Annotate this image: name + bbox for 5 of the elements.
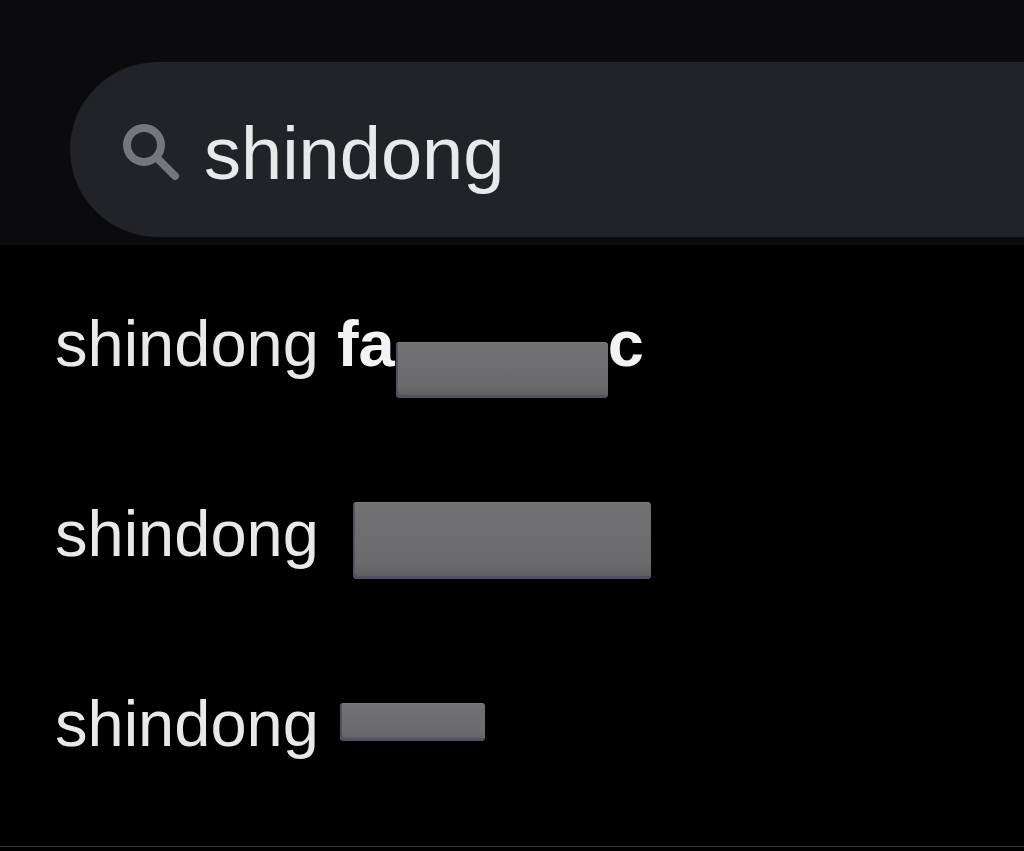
suggestion-text[interactable]: c (607, 306, 644, 380)
suggestion-text[interactable]: shindong (55, 686, 319, 760)
suggestion-text[interactable]: shindong fa (55, 306, 395, 380)
search-field[interactable]: shindong (70, 62, 1024, 237)
suggestion-text[interactable]: shindong (55, 496, 319, 570)
